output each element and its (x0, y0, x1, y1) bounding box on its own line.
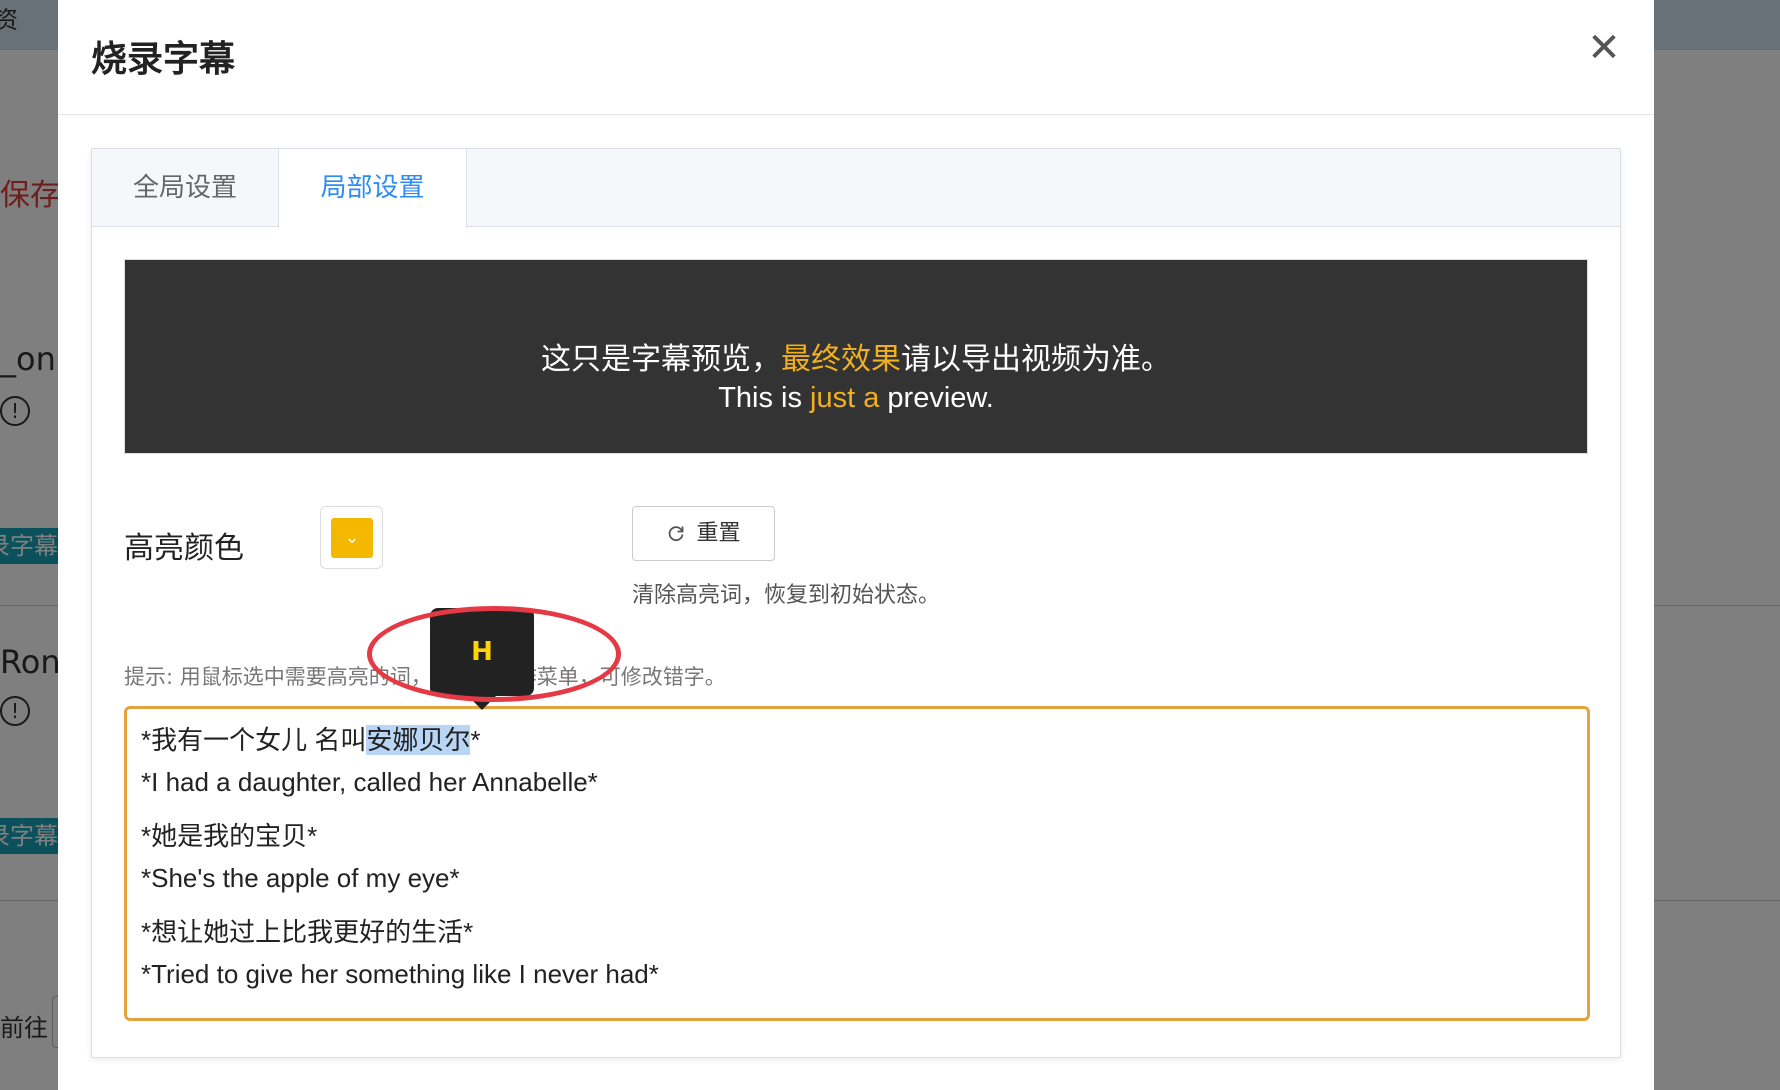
preview-highlight-text: just a (810, 382, 880, 414)
preview-line-zh: 这只是字幕预览，最终效果请以导出视频为准。 (125, 334, 1587, 378)
subtitle-text: *我有一个女儿 名叫 (141, 725, 367, 755)
tab-local-settings[interactable]: 局部设置 (279, 149, 467, 228)
preview-text: This is (718, 382, 811, 414)
subtitle-preview: 这只是字幕预览，最终效果请以导出视频为准。 This is just a pre… (124, 259, 1588, 454)
subtitle-en-line: *Tried to give her something like I neve… (141, 959, 659, 989)
highlight-popup-button[interactable]: H (430, 608, 534, 696)
settings-panel: 全局设置 局部设置 这只是字幕预览，最终效果请以导出视频为准。 This is … (91, 148, 1621, 1058)
reset-hint: 清除高亮词，恢复到初始状态。 (632, 583, 941, 608)
tab-bar: 全局设置 局部设置 (92, 149, 1620, 228)
close-icon[interactable]: ✕ (1582, 26, 1626, 70)
modal-title: 烧录字幕 (91, 39, 236, 80)
subtitle-entry: *我有一个女儿 名叫安娜贝尔* *I had a daughter, calle… (141, 719, 1573, 803)
subtitle-entry: *想让她过上比我更好的生活* *Tried to give her someth… (141, 911, 1573, 995)
selection-tip: 提示: 用鼠标选中需要高亮的词，会出现操作菜单，可修改错字。 (124, 665, 726, 689)
reset-button-label: 重置 (696, 521, 741, 546)
highlight-color-picker[interactable]: ⌄ (320, 506, 383, 569)
subtitle-text: * (470, 725, 481, 755)
preview-line-en: This is just a preview. (125, 382, 1587, 415)
subtitle-entry: *她是我的宝贝* *She's the apple of my eye* (141, 815, 1573, 899)
modal-header: 烧录字幕 ✕ (58, 0, 1654, 115)
subtitle-en-line: *She's the apple of my eye* (141, 863, 460, 893)
popup-arrow (468, 696, 496, 710)
subtitle-zh-line: *想让她过上比我更好的生活* (141, 917, 474, 947)
subtitle-editor[interactable]: *我有一个女儿 名叫安娜贝尔* *I had a daughter, calle… (124, 706, 1590, 1021)
preview-text: 这只是字幕预览， (541, 342, 781, 377)
tab-global-settings[interactable]: 全局设置 (92, 149, 279, 228)
subtitle-zh-line: *她是我的宝贝* (141, 821, 318, 851)
preview-highlight-text: 最终效果 (781, 342, 901, 377)
selected-text[interactable]: 安娜贝尔 (366, 725, 471, 755)
refresh-icon (666, 507, 686, 560)
preview-text: 请以导出视频为准。 (901, 342, 1171, 377)
chevron-down-icon: ⌄ (331, 518, 373, 558)
highlight-color-label: 高亮颜色 (124, 531, 244, 566)
preview-text: preview. (879, 382, 994, 414)
reset-button[interactable]: 重置 (632, 506, 775, 561)
burn-subtitle-modal: 烧录字幕 ✕ 全局设置 局部设置 这只是字幕预览，最终效果请以导出视频为准。 T… (58, 0, 1654, 1090)
subtitle-en-line: *I had a daughter, called her Annabelle* (141, 767, 598, 797)
subtitle-zh-line: *我有一个女儿 名叫安娜贝尔* (141, 719, 1573, 761)
